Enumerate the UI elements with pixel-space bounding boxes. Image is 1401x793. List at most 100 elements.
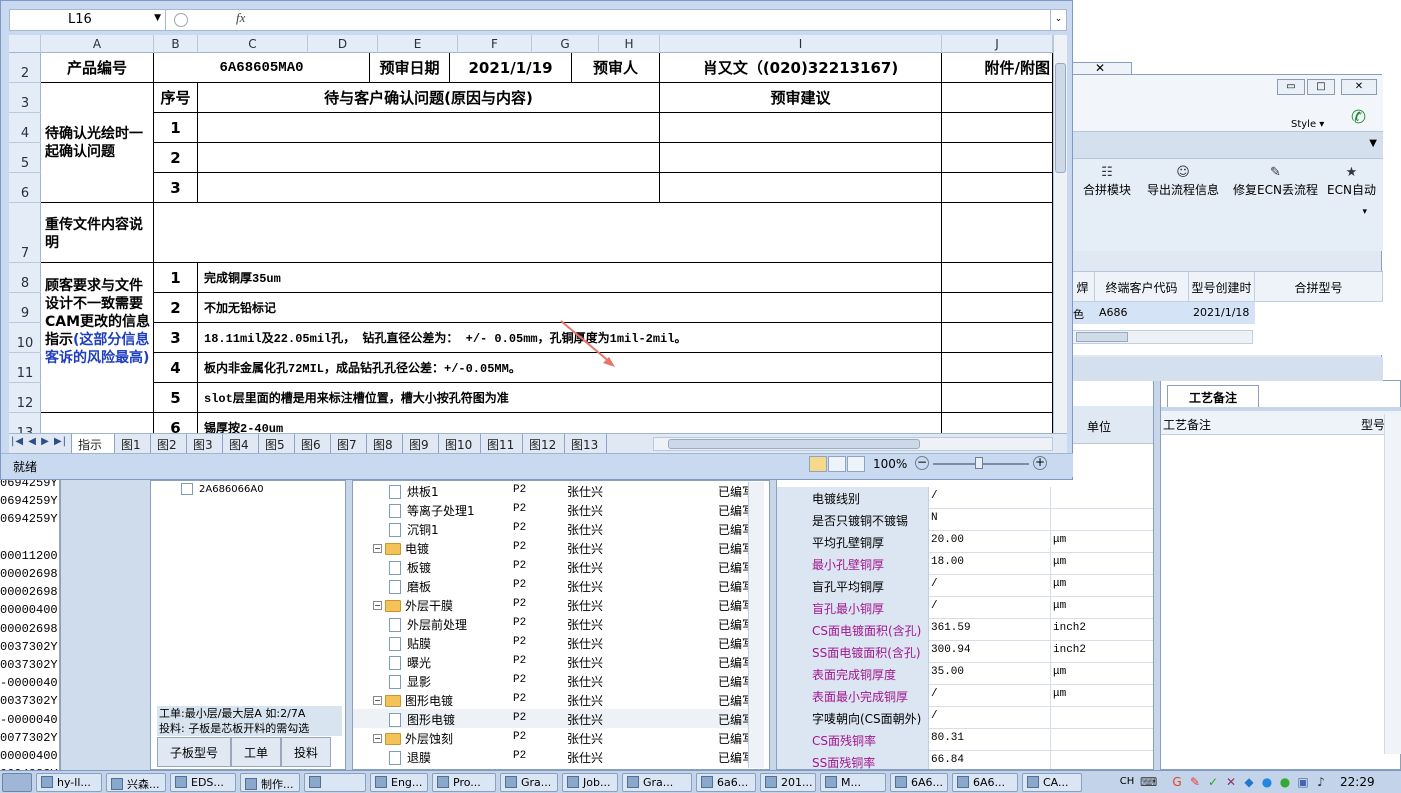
keyboard-icon[interactable]: ⌨ xyxy=(1140,775,1157,789)
expand-formula-bar-button[interactable]: ⌄ xyxy=(1050,10,1066,30)
cell-J13[interactable] xyxy=(942,413,1053,433)
cell-I3[interactable]: 预审建议 xyxy=(660,83,942,113)
collapse-icon[interactable]: − xyxy=(373,601,382,610)
property-row[interactable]: 平均孔壁铜厚 20.00 μm xyxy=(777,531,1153,553)
taskbar-button[interactable]: 制作... xyxy=(240,773,300,792)
row-header-7[interactable]: 7 xyxy=(9,203,41,263)
function-icon[interactable]: fx xyxy=(236,10,245,26)
property-row[interactable]: 电镀线别 / xyxy=(777,487,1153,509)
row-header-4[interactable]: 4 xyxy=(9,113,41,143)
taskbar-button[interactable]: 兴森... xyxy=(106,773,166,792)
clock[interactable]: 22:29 xyxy=(1340,775,1375,789)
column-header-I[interactable]: I xyxy=(660,35,942,53)
process-tree-row[interactable]: 板镀 P2 张仕兴 已编写 xyxy=(353,557,754,576)
grid-cell[interactable]: 2021/1/18 xyxy=(1189,302,1255,324)
cell-A7-resend-label[interactable]: 重传文件内容说明 xyxy=(41,203,154,263)
tab-subboard-model[interactable]: 子板型号 xyxy=(157,737,232,767)
chevron-down-icon[interactable]: ▼ xyxy=(154,13,161,23)
minimize-button[interactable]: ▭ xyxy=(1277,79,1305,95)
circle-icon[interactable] xyxy=(174,13,188,27)
cell-J8[interactable] xyxy=(942,263,1053,293)
property-value[interactable]: 66.84 xyxy=(929,751,1051,769)
grid-header[interactable]: 焊 xyxy=(1071,272,1095,302)
worksheet-vscrollbar[interactable] xyxy=(1053,35,1067,433)
taskbar-button[interactable]: M... xyxy=(820,773,886,792)
taskbar-button[interactable]: CA... xyxy=(1022,773,1082,792)
cell-J4[interactable] xyxy=(942,113,1053,143)
phone-icon[interactable]: ✆ xyxy=(1351,107,1366,128)
property-value[interactable]: 361.59 xyxy=(929,619,1051,641)
taskbar-button[interactable] xyxy=(304,773,366,792)
column-header-A[interactable]: A xyxy=(41,35,154,53)
cell-I2[interactable]: 肖又文（(020)32213167) xyxy=(660,53,942,83)
property-value[interactable]: 35.00 xyxy=(929,663,1051,685)
cell-B12[interactable]: 5 xyxy=(154,383,198,413)
cell-B13[interactable]: 6 xyxy=(154,413,198,433)
row-header-13[interactable]: 13 xyxy=(9,413,41,433)
process-tree-row[interactable]: 退膜 P2 张仕兴 已编写 xyxy=(353,747,754,766)
cell-B10[interactable]: 3 xyxy=(154,323,198,353)
sheet-tab-fig9[interactable]: 图9 xyxy=(403,434,439,453)
cell-A2[interactable]: 产品编号 xyxy=(41,53,154,83)
cell-J12[interactable] xyxy=(942,383,1053,413)
taskbar-button[interactable]: Gra... xyxy=(500,773,558,792)
row-header-11[interactable]: 11 xyxy=(9,353,41,383)
cell-B5[interactable]: 2 xyxy=(154,143,198,173)
tab-process-memo[interactable]: 工艺备注 xyxy=(1167,385,1259,407)
property-row[interactable]: 表面最小完成铜厚 / μm xyxy=(777,685,1153,707)
row-header-2[interactable]: 2 xyxy=(9,53,41,83)
cell-J9[interactable] xyxy=(942,293,1053,323)
grid-header[interactable]: 合拼型号 xyxy=(1255,272,1383,302)
cell-J7[interactable] xyxy=(942,203,1053,263)
column-header-E[interactable]: E xyxy=(378,35,458,53)
property-value[interactable]: 300.94 xyxy=(929,641,1051,663)
column-header-B[interactable]: B xyxy=(154,35,198,53)
cell-H2[interactable]: 预审人 xyxy=(572,53,660,83)
property-value[interactable]: 80.31 xyxy=(929,729,1051,751)
column-header-C[interactable]: C xyxy=(198,35,308,53)
volume-icon[interactable]: ♪ xyxy=(1314,775,1328,789)
process-tree-row[interactable]: 显影 P2 张仕兴 已编写 xyxy=(353,671,754,690)
memo-column-header[interactable]: 工艺备注 xyxy=(1163,416,1211,433)
shield-icon[interactable]: ◆ xyxy=(1242,775,1256,789)
taskbar-button[interactable]: Eng... xyxy=(370,773,428,792)
security-icon[interactable]: ● xyxy=(1260,775,1274,789)
cell-E2[interactable]: 预审日期 xyxy=(370,53,450,83)
select-all-corner[interactable] xyxy=(9,35,41,53)
taskbar-button[interactable]: 6A6... xyxy=(952,773,1018,792)
property-row[interactable]: SS面电镀面积(含孔) 300.94 inch2 xyxy=(777,641,1153,663)
merge-module-button[interactable]: ☷ 合拼模块 xyxy=(1083,165,1131,198)
cell-I5[interactable] xyxy=(660,143,942,173)
start-button[interactable] xyxy=(2,773,32,792)
cell-A8-mismatch-label[interactable]: 顾客要求与文件设计不一致需要CAM更改的信息指示(这部分信息客诉的风险最高) xyxy=(41,263,154,413)
property-row[interactable]: 是否只镀铜不镀锡 N xyxy=(777,509,1153,531)
row-header-6[interactable]: 6 xyxy=(9,173,41,203)
process-tree-row[interactable]: 图形电镀 P2 张仕兴 已编写 xyxy=(353,709,754,728)
worksheet-hscrollbar[interactable] xyxy=(653,437,1053,451)
property-row[interactable]: 字唛朝向(CS面朝外) / xyxy=(777,707,1153,729)
cell-C4[interactable] xyxy=(198,113,660,143)
ecn-auto-button[interactable]: ★ ECN自动 xyxy=(1327,165,1376,198)
collapse-icon[interactable]: − xyxy=(373,696,382,705)
property-row[interactable]: 盲孔平均铜厚 / μm xyxy=(777,575,1153,597)
chevron-down-icon[interactable]: ▾ xyxy=(1362,207,1367,217)
sheet-tab-fig1[interactable]: 图1 xyxy=(115,434,151,453)
cell-I6[interactable] xyxy=(660,173,942,203)
sheet-tab-fig12[interactable]: 图12 xyxy=(523,434,565,453)
close-icon[interactable]: ✕ xyxy=(1095,61,1105,75)
name-box[interactable]: L16 ▼ xyxy=(10,10,166,30)
language-indicator[interactable]: CH xyxy=(1116,775,1138,789)
cell-C8[interactable]: 完成铜厚35um xyxy=(198,263,942,293)
cell-I4[interactable] xyxy=(660,113,942,143)
collapse-icon[interactable]: − xyxy=(373,734,382,743)
grid-cell[interactable]: 色 xyxy=(1071,302,1095,324)
repair-ecn-button[interactable]: ✎ 修复ECN丢流程 xyxy=(1233,165,1318,198)
sheet-tab-fig7[interactable]: 图7 xyxy=(331,434,367,453)
maximize-button[interactable]: □ xyxy=(1307,79,1335,95)
cell-C5[interactable] xyxy=(198,143,660,173)
model-column-header[interactable]: 型号 xyxy=(1361,416,1385,433)
cell-J11[interactable] xyxy=(942,353,1053,383)
process-tree-row[interactable]: − 图形电镀 P2 张仕兴 已编写 xyxy=(353,690,754,709)
taskbar-button[interactable]: Job... xyxy=(562,773,618,792)
sheet-tab-fig4[interactable]: 图4 xyxy=(223,434,259,453)
